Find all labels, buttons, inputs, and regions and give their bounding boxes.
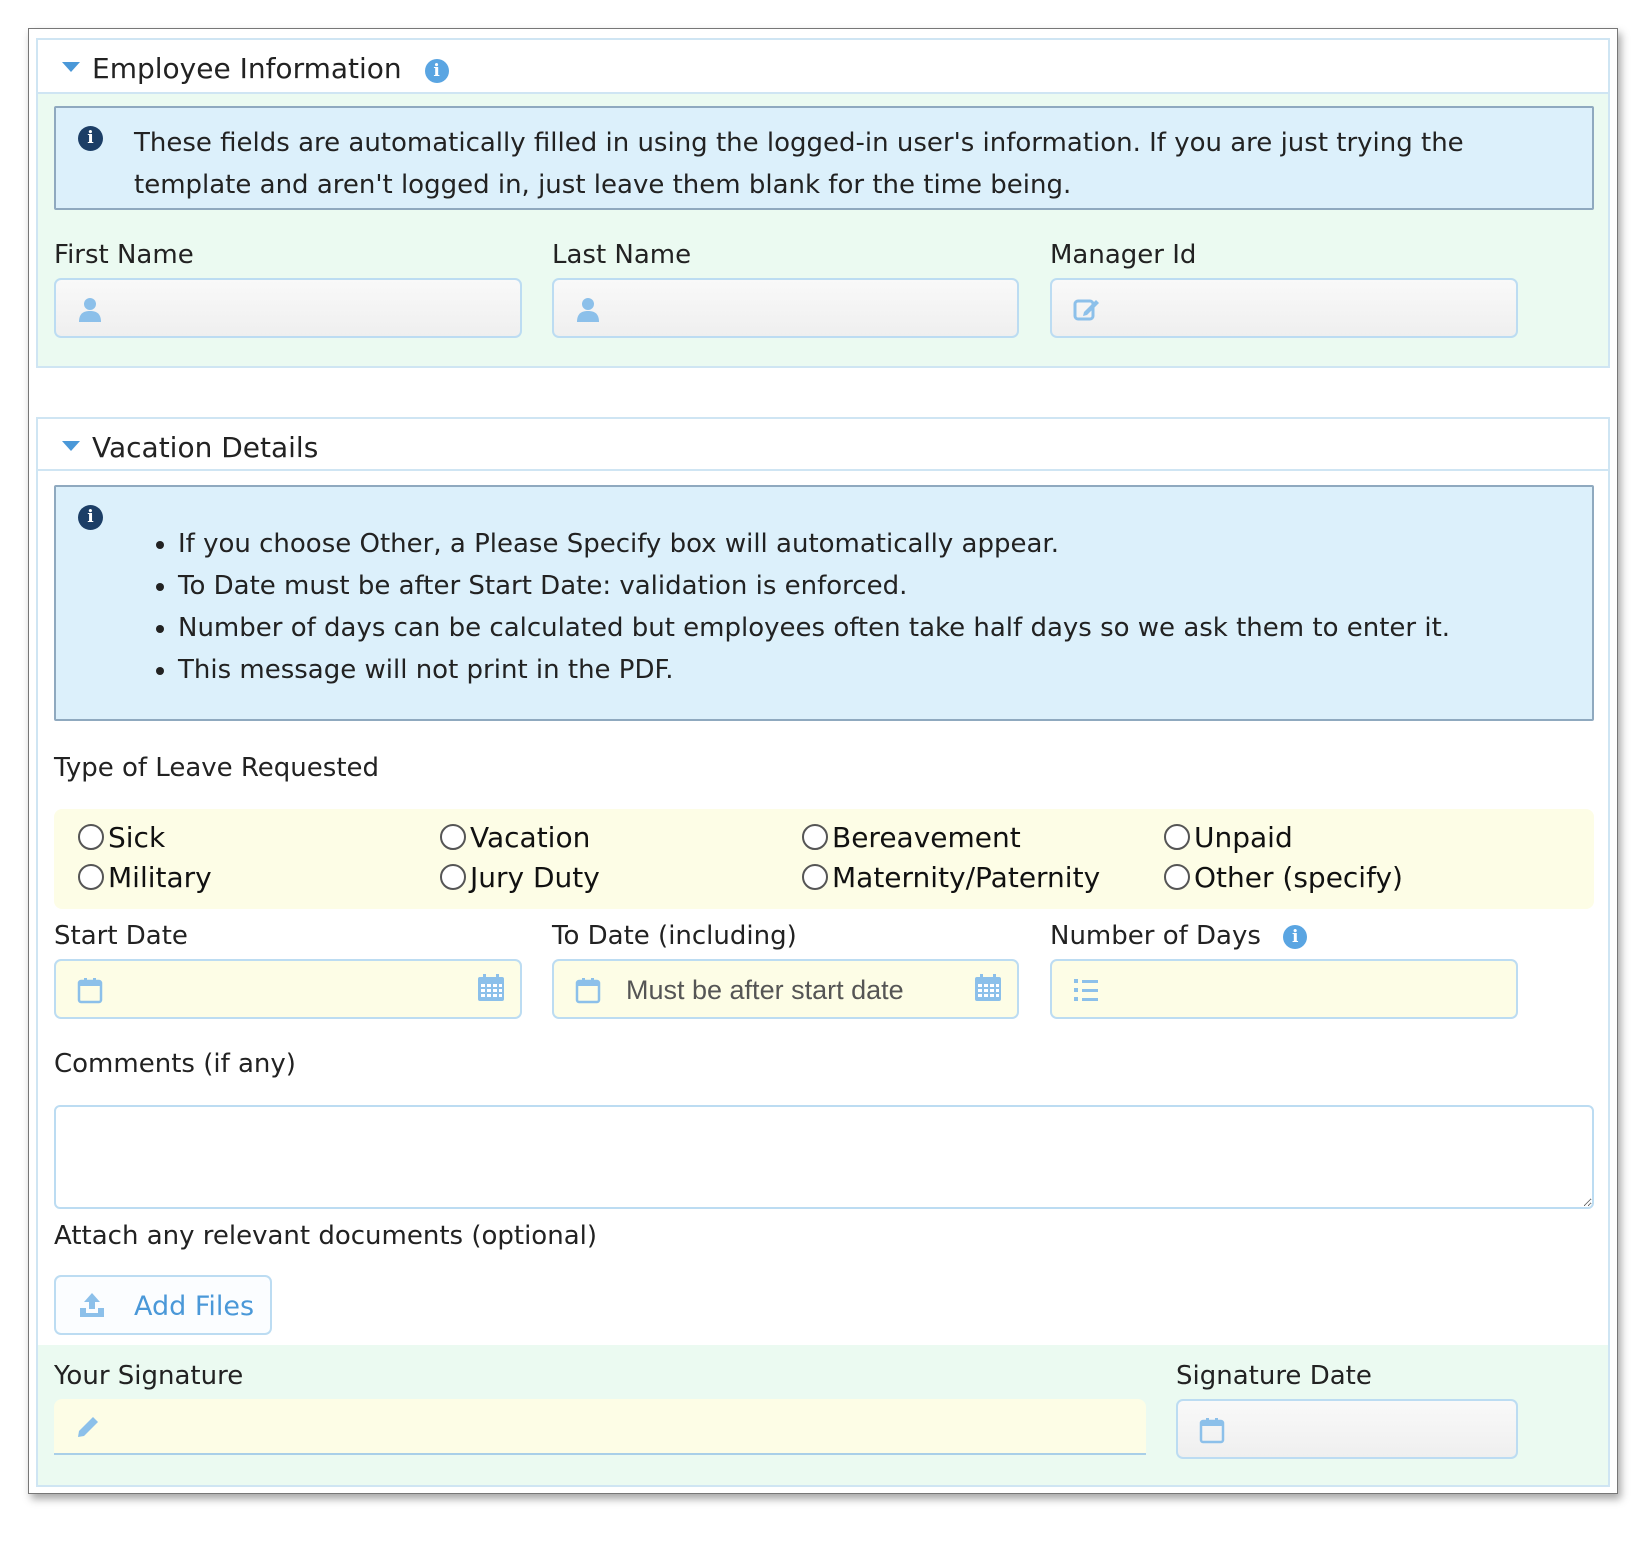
- radio-bereavement[interactable]: Bereavement: [802, 821, 1021, 854]
- first-name-field[interactable]: [54, 278, 522, 338]
- radio-label: Jury Duty: [470, 861, 600, 894]
- calendar-picker-icon[interactable]: [973, 973, 1003, 1003]
- employee-information-section: Employee Information i i These fields ar…: [36, 38, 1610, 368]
- last-name-label: Last Name: [552, 240, 692, 270]
- info-icon[interactable]: i: [424, 59, 449, 83]
- form-window: Employee Information i i These fields ar…: [28, 28, 1618, 1494]
- manager-id-label: Manager Id: [1050, 240, 1197, 270]
- alert-list-item: Number of days can be calculated but emp…: [178, 607, 1450, 649]
- alert-list-item: If you choose Other, a Please Specify bo…: [178, 523, 1450, 565]
- radio-vacation[interactable]: Vacation: [440, 821, 590, 854]
- info-icon[interactable]: i: [1283, 925, 1308, 949]
- comments-label: Comments (if any): [54, 1049, 296, 1079]
- alert-list: If you choose Other, a Please Specify bo…: [122, 523, 1450, 691]
- radio-button[interactable]: [78, 864, 104, 890]
- alert-list-item: To Date must be after Start Date: valida…: [178, 565, 1450, 607]
- add-files-button[interactable]: Add Files: [54, 1275, 272, 1335]
- leave-type-radio-group: Sick Vacation Bereavement Unpaid Militar…: [54, 809, 1594, 909]
- signature-field[interactable]: [54, 1399, 1146, 1455]
- last-name-field[interactable]: [552, 278, 1019, 338]
- manager-id-field[interactable]: [1050, 278, 1518, 338]
- info-icon: i: [78, 126, 103, 151]
- collapse-caret-icon[interactable]: [62, 441, 80, 451]
- radio-label: Bereavement: [832, 821, 1021, 854]
- calendar-icon: [575, 978, 601, 1004]
- user-icon: [79, 298, 101, 322]
- radio-maternity-paternity[interactable]: Maternity/Paternity: [802, 861, 1100, 894]
- employee-section-header[interactable]: Employee Information i: [38, 40, 1608, 94]
- leave-type-label: Type of Leave Requested: [54, 753, 380, 783]
- user-icon: [577, 298, 599, 322]
- radio-button[interactable]: [440, 824, 466, 850]
- employee-info-alert: i These fields are automatically filled …: [54, 106, 1594, 210]
- vacation-section-header[interactable]: Vacation Details: [38, 419, 1608, 471]
- start-date-label: Start Date: [54, 921, 188, 951]
- calendar-picker-icon[interactable]: [476, 973, 506, 1003]
- add-files-label: Add Files: [134, 1291, 255, 1322]
- signature-date-field[interactable]: [1176, 1399, 1518, 1459]
- radio-label: Other (specify): [1194, 861, 1403, 894]
- radio-button[interactable]: [440, 864, 466, 890]
- signature-band: Your Signature Signature Date: [38, 1345, 1608, 1485]
- radio-label: Vacation: [470, 821, 591, 854]
- vacation-section-title: Vacation Details: [92, 431, 319, 464]
- calendar-icon: [77, 978, 103, 1004]
- attach-documents-label: Attach any relevant documents (optional): [54, 1221, 597, 1251]
- radio-label: Unpaid: [1194, 821, 1293, 854]
- alert-text: These fields are automatically filled in…: [134, 128, 1464, 200]
- employee-section-title: Employee Information i: [92, 52, 449, 85]
- radio-sick[interactable]: Sick: [78, 821, 165, 854]
- comments-textarea[interactable]: [54, 1105, 1594, 1209]
- collapse-caret-icon[interactable]: [62, 62, 80, 72]
- to-date-field[interactable]: Must be after start date: [552, 959, 1019, 1019]
- radio-button[interactable]: [78, 824, 104, 850]
- your-signature-label: Your Signature: [54, 1361, 244, 1391]
- start-date-field[interactable]: [54, 959, 522, 1019]
- vacation-details-section: Vacation Details i If you choose Other, …: [36, 417, 1610, 1487]
- radio-label: Sick: [108, 821, 166, 854]
- list-ol-icon: [1074, 979, 1098, 1001]
- first-name-label: First Name: [54, 240, 194, 270]
- signature-date-label: Signature Date: [1176, 1361, 1372, 1391]
- to-date-label: To Date (including): [552, 921, 797, 951]
- radio-military[interactable]: Military: [78, 861, 212, 894]
- info-icon: i: [78, 505, 103, 530]
- radio-other-specify[interactable]: Other (specify): [1164, 861, 1403, 894]
- edit-icon: [1073, 299, 1099, 321]
- vacation-info-alert: i If you choose Other, a Please Specify …: [54, 485, 1594, 721]
- radio-label: Maternity/Paternity: [832, 861, 1101, 894]
- radio-button[interactable]: [1164, 864, 1190, 890]
- pencil-icon: [78, 1417, 98, 1437]
- number-of-days-field[interactable]: [1050, 959, 1518, 1019]
- radio-unpaid[interactable]: Unpaid: [1164, 821, 1293, 854]
- alert-list-item: This message will not print in the PDF.: [178, 649, 1450, 691]
- radio-label: Military: [108, 861, 212, 894]
- calendar-icon: [1199, 1418, 1225, 1444]
- radio-button[interactable]: [802, 864, 828, 890]
- number-of-days-label: Number of Days i: [1050, 921, 1308, 951]
- radio-button[interactable]: [1164, 824, 1190, 850]
- to-date-placeholder: Must be after start date: [626, 975, 904, 1005]
- radio-button[interactable]: [802, 824, 828, 850]
- radio-jury-duty[interactable]: Jury Duty: [440, 861, 600, 894]
- upload-icon: [80, 1293, 104, 1317]
